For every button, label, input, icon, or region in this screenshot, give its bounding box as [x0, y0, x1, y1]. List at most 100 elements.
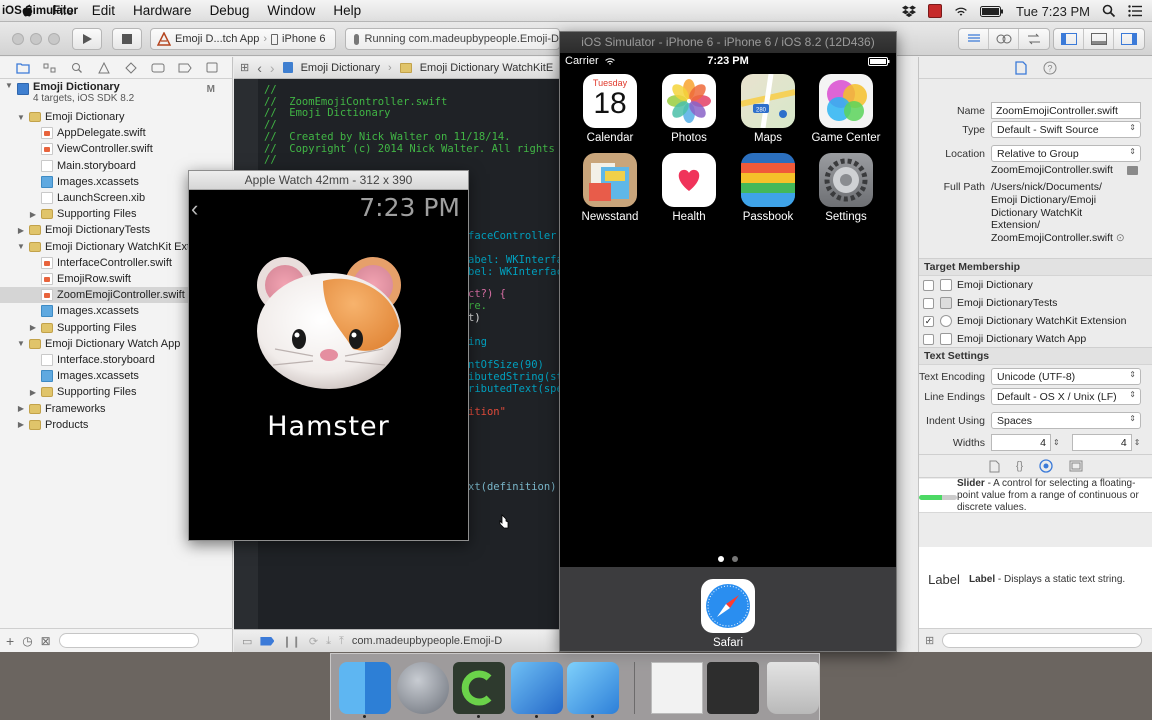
spotlight-search-icon[interactable] [1102, 4, 1116, 18]
library-item[interactable]: Label Label - Displays a static text stri… [919, 547, 1152, 613]
source-control-filter-icon[interactable]: ⊠ [41, 634, 51, 648]
reveal-in-finder-icon[interactable]: ⊙ [1116, 232, 1125, 244]
camtasia-icon[interactable] [453, 662, 505, 714]
file-name-field[interactable]: ZoomEmojiController.swift [991, 102, 1141, 119]
file-type-popup[interactable]: Default - Swift Source ⇕ [991, 121, 1141, 138]
disclosure-expanded-icon[interactable]: ▼ [4, 81, 14, 90]
app-settings[interactable]: Settings [806, 153, 886, 223]
disclosure-expanded-icon[interactable]: ▼ [16, 113, 26, 122]
target-checkbox[interactable] [923, 279, 934, 291]
standard-editor-icon[interactable] [959, 29, 989, 49]
page-indicator-dot[interactable] [732, 556, 738, 562]
step-over-icon[interactable]: ⟳ [309, 635, 318, 648]
search-navigator-icon[interactable] [66, 57, 88, 79]
related-items-icon[interactable]: ⊞ [240, 61, 249, 74]
zoom-window-button[interactable] [48, 33, 60, 45]
scheme-selector[interactable]: Emoji D...tch App › iPhone 6 [150, 28, 336, 50]
quick-help-icon[interactable]: ? [1043, 61, 1057, 75]
app-safari[interactable]: Safari [688, 579, 768, 649]
indent-width-stepper[interactable]: ⇕ [1134, 438, 1141, 447]
debug-process-label[interactable]: com.madeupbypeople.Emoji-D [352, 635, 502, 647]
target-checkbox[interactable]: ✓ [923, 315, 934, 327]
menu-debug[interactable]: Debug [210, 3, 250, 18]
menu-edit[interactable]: Edit [92, 3, 115, 18]
tab-width-field[interactable]: 4 [991, 434, 1051, 451]
disclosure-collapsed-icon[interactable]: ▶ [16, 404, 26, 413]
app-game-center[interactable]: Game Center [806, 74, 886, 144]
assistant-editor-icon[interactable] [989, 29, 1019, 49]
version-editor-icon[interactable] [1019, 29, 1049, 49]
watch-window-title[interactable]: Apple Watch 42mm - 312 x 390 [189, 171, 468, 190]
file-tree-row[interactable]: ViewController.swift [0, 141, 233, 157]
minimize-window-button[interactable] [30, 33, 42, 45]
disclosure-expanded-icon[interactable]: ▼ [16, 242, 26, 251]
disclosure-collapsed-icon[interactable]: ▶ [28, 210, 38, 219]
app-maps[interactable]: 280 Maps [728, 74, 808, 144]
editor-mode-segmented-control[interactable] [958, 28, 1050, 50]
add-file-icon[interactable]: + [6, 633, 14, 649]
debug-area-toggle-icon[interactable] [1084, 29, 1114, 49]
back-icon[interactable]: ‹ [257, 60, 262, 76]
menubar-clock[interactable]: Tue 7:23 PM [1016, 4, 1090, 19]
filter-field-icon[interactable] [58, 633, 199, 648]
app-calendar[interactable]: Tuesday 18 Calendar [570, 74, 650, 144]
hide-debug-area-icon[interactable]: ▭ [242, 635, 252, 648]
grid-view-icon[interactable]: ⊞ [925, 634, 934, 647]
dropbox-icon[interactable] [902, 4, 917, 18]
app-health[interactable]: Health [649, 153, 729, 223]
choose-folder-icon[interactable] [1127, 165, 1138, 175]
target-checkbox[interactable] [923, 333, 934, 345]
menu-app-name[interactable]: iOS Simulator [0, 5, 80, 17]
launchpad-rocket-icon[interactable] [397, 662, 449, 714]
library-filter-field[interactable] [942, 633, 1143, 648]
jump-item-project[interactable]: Emoji Dictionary [301, 62, 380, 74]
indent-using-popup[interactable]: Spaces ⇕ [991, 412, 1141, 429]
run-button[interactable] [72, 28, 102, 50]
tab-width-stepper[interactable]: ⇕ [1053, 438, 1060, 447]
disclosure-collapsed-icon[interactable]: ▶ [28, 388, 38, 397]
utilities-toggle-icon[interactable] [1114, 29, 1144, 49]
disclosure-collapsed-icon[interactable]: ▶ [16, 420, 26, 429]
forward-icon[interactable]: › [270, 60, 275, 76]
pause-icon[interactable]: ❙❙ [282, 635, 300, 648]
navigator-toggle-icon[interactable] [1054, 29, 1084, 49]
file-template-library-icon[interactable] [989, 460, 1000, 473]
camtasia-recording-icon[interactable] [707, 662, 759, 714]
text-encoding-popup[interactable]: Unicode (UTF-8) ⇕ [991, 368, 1141, 385]
stop-button[interactable] [112, 28, 142, 50]
trash-icon[interactable] [767, 662, 819, 714]
library-item[interactable]: Slider - A control for selecting a float… [919, 478, 1152, 513]
object-library-icon[interactable] [1039, 459, 1053, 473]
code-snippet-library-icon[interactable]: {} [1016, 460, 1023, 472]
file-tree-row[interactable]: ▼ Emoji Dictionary 4 targets, iOS SDK 8.2 M [0, 81, 233, 109]
indent-width-field[interactable]: 4 [1071, 434, 1132, 451]
symbol-navigator-icon[interactable] [39, 57, 61, 79]
debug-navigator-icon[interactable] [147, 57, 169, 79]
location-popup[interactable]: Relative to Group ⇕ [991, 145, 1141, 162]
page-indicator-dot[interactable] [718, 556, 724, 562]
disclosure-expanded-icon[interactable]: ▼ [16, 339, 26, 348]
log-navigator-icon[interactable] [201, 57, 223, 79]
view-panels-segmented-control[interactable] [1053, 28, 1145, 50]
battery-status-icon[interactable] [928, 4, 943, 18]
wifi-icon[interactable] [954, 4, 968, 18]
breakpoints-toggle-icon[interactable] [260, 636, 275, 646]
file-tree-row[interactable]: ▼ Emoji Dictionary [0, 109, 233, 125]
document-preview-icon[interactable] [651, 662, 703, 714]
test-navigator-icon[interactable] [120, 57, 142, 79]
menu-window[interactable]: Window [267, 3, 315, 18]
disclosure-collapsed-icon[interactable]: ▶ [16, 226, 26, 235]
menu-help[interactable]: Help [333, 3, 361, 18]
xcode-beta-icon[interactable] [511, 662, 563, 714]
step-in-icon[interactable]: ⤓ [326, 635, 331, 648]
file-tree-row[interactable]: AppDelegate.swift [0, 125, 233, 141]
folder-navigator-icon[interactable] [12, 57, 34, 79]
app-photos[interactable]: Photos [649, 74, 729, 144]
iphone-window-title[interactable]: iOS Simulator - iPhone 6 - iPhone 6 / iO… [560, 32, 896, 53]
battery-icon[interactable] [980, 5, 1004, 17]
app-newsstand[interactable]: Newsstand [570, 153, 650, 223]
close-window-button[interactable] [12, 33, 24, 45]
notification-center-icon[interactable] [1128, 4, 1142, 18]
jump-item-group[interactable]: Emoji Dictionary WatchKitE [420, 62, 553, 74]
file-inspector-icon[interactable] [1014, 60, 1027, 75]
